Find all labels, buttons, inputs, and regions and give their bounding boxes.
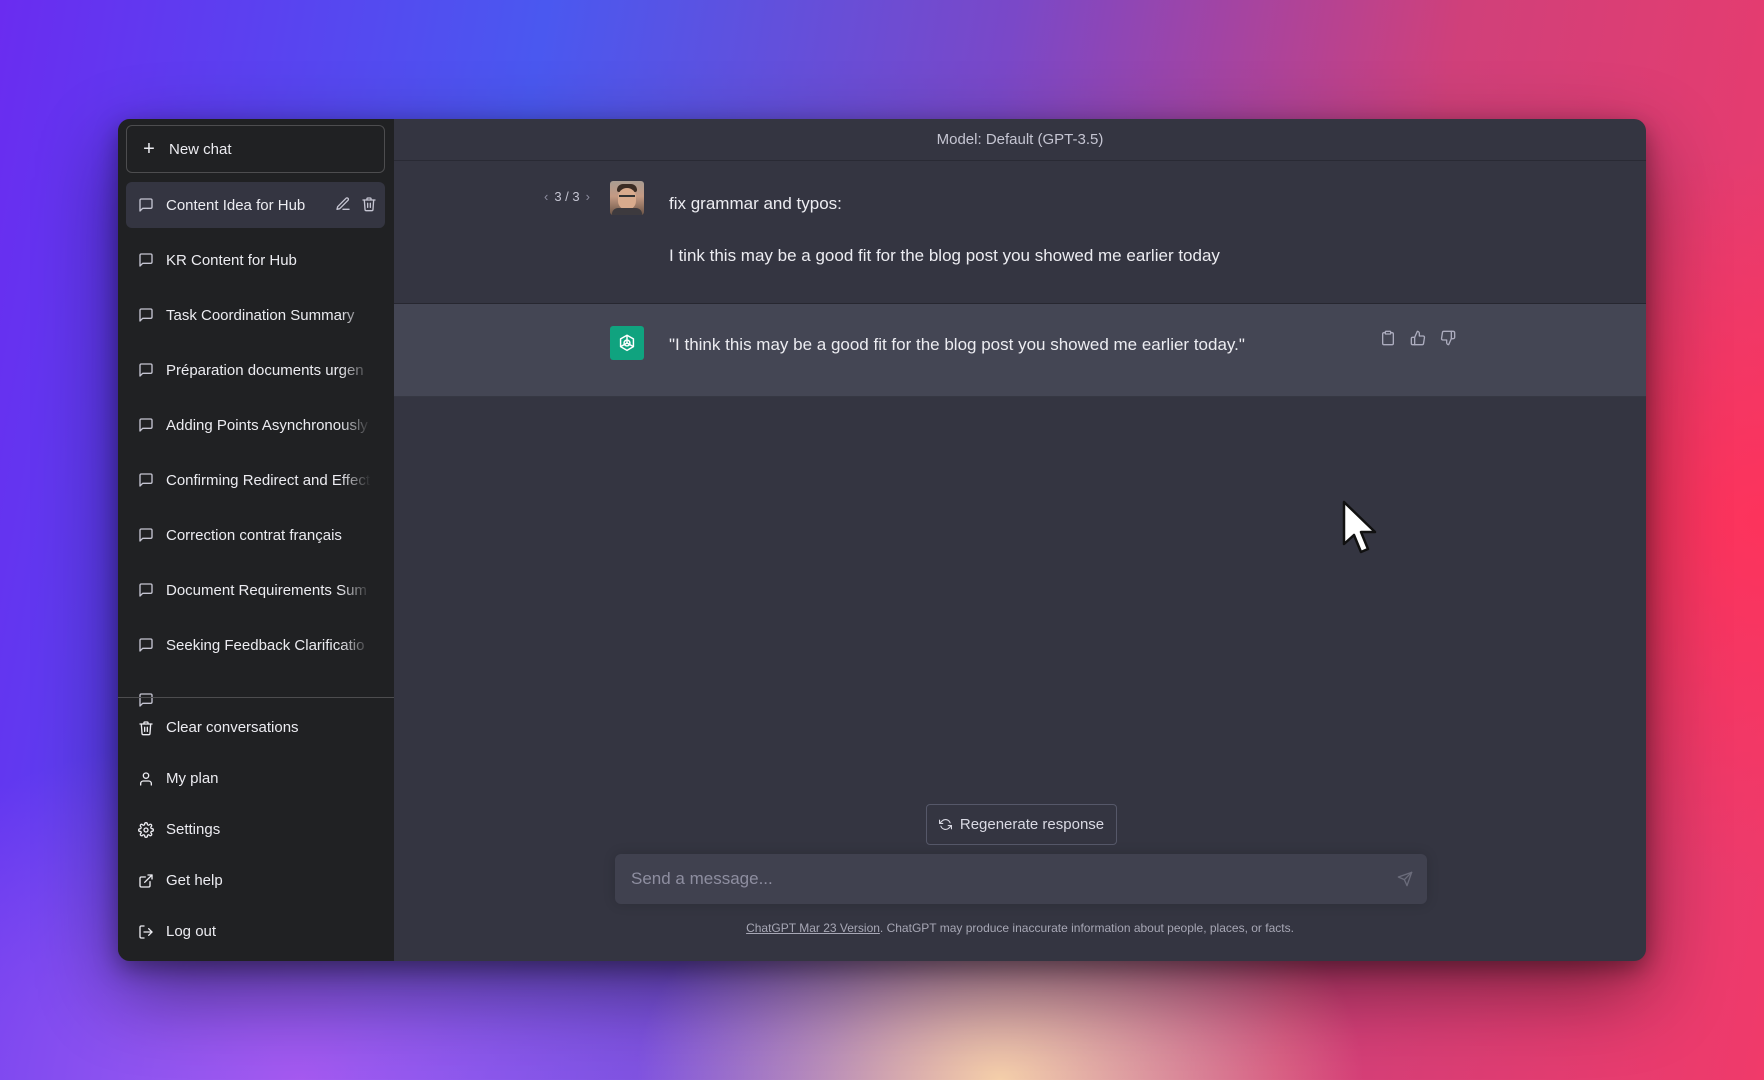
conversation-label: Seeking Feedback Clarificatio xyxy=(166,636,365,654)
user-message-text: fix grammar and typos: I tink this may b… xyxy=(669,191,1220,268)
chat-bubble-icon xyxy=(139,363,153,377)
user-message: ‹ 3 / 3 › fix grammar and typos: I tink … xyxy=(394,161,1646,304)
trash-icon[interactable] xyxy=(361,196,377,212)
get-help-label: Get help xyxy=(166,872,223,889)
trash-icon xyxy=(139,720,153,735)
chatgpt-window: + New chat Content Idea for Hub KR Conte… xyxy=(118,119,1646,961)
conversation-item[interactable]: Document Requirements Sum xyxy=(126,567,385,613)
model-label: Model: Default (GPT-3.5) xyxy=(936,131,1104,148)
thumbs-down-icon[interactable] xyxy=(1440,330,1456,346)
clear-conversations-button[interactable]: Clear conversations xyxy=(126,702,385,753)
chat-bubble-icon xyxy=(139,583,153,597)
assistant-message-text: "I think this may be a good fit for the … xyxy=(669,335,1245,354)
pager-next-button[interactable]: › xyxy=(586,189,590,204)
conversation-item-active[interactable]: Content Idea for Hub xyxy=(126,182,385,228)
conversation-item[interactable]: Préparation documents urgen xyxy=(126,347,385,393)
sidebar-divider xyxy=(118,697,394,698)
conversation-label: Task Coordination Summary xyxy=(166,306,355,324)
chat-bubble-icon xyxy=(139,253,153,267)
plus-icon: + xyxy=(143,138,155,160)
footer-disclaimer: ChatGPT Mar 23 Version. ChatGPT may prod… xyxy=(394,921,1646,935)
user-icon xyxy=(140,771,152,786)
send-icon[interactable] xyxy=(1397,871,1413,887)
model-header: Model: Default (GPT-3.5) xyxy=(394,119,1646,161)
clear-conversations-label: Clear conversations xyxy=(166,719,299,736)
conversation-label: Document Requirements Sum xyxy=(166,581,367,599)
settings-button[interactable]: Settings xyxy=(126,804,385,855)
conversation-item[interactable]: Adding Points Asynchronously xyxy=(126,402,385,448)
clipboard-icon[interactable] xyxy=(1380,330,1396,346)
conversation-item[interactable]: Seeking Feedback Clarificatio xyxy=(126,622,385,668)
user-message-line: fix grammar and typos: xyxy=(669,194,842,213)
regenerate-response-button[interactable]: Regenerate response xyxy=(926,804,1117,845)
message-input[interactable] xyxy=(631,869,1371,889)
log-out-label: Log out xyxy=(166,923,217,940)
conversation-label: Content Idea for Hub xyxy=(166,196,306,214)
user-avatar xyxy=(610,181,644,215)
logout-icon xyxy=(139,924,153,939)
message-actions xyxy=(1380,330,1456,346)
message-composer xyxy=(615,854,1427,904)
chat-bubble-icon xyxy=(139,198,153,212)
conversation-label: Préparation documents urgen xyxy=(166,361,364,379)
my-plan-label: My plan xyxy=(166,770,219,787)
conversation-label: Correction contrat français xyxy=(166,526,342,544)
version-link[interactable]: ChatGPT Mar 23 Version xyxy=(746,921,880,935)
chat-bubble-icon xyxy=(139,638,153,652)
new-chat-button[interactable]: + New chat xyxy=(126,125,385,173)
refresh-icon xyxy=(938,819,952,830)
my-plan-button[interactable]: My plan xyxy=(126,753,385,804)
regenerate-label: Regenerate response xyxy=(959,816,1105,833)
external-link-icon xyxy=(139,873,153,888)
conversation-item[interactable]: Confirming Redirect and Effect xyxy=(126,457,385,503)
conversation-list[interactable]: Content Idea for Hub KR Content for Hub … xyxy=(126,182,385,712)
chat-bubble-icon xyxy=(139,308,153,322)
conversation-label: Adding Points Asynchronously xyxy=(166,416,368,434)
edit-pencil-icon[interactable] xyxy=(335,196,351,212)
user-message-line: I tink this may be a good fit for the bl… xyxy=(669,245,1220,265)
gear-icon xyxy=(138,821,154,838)
log-out-button[interactable]: Log out xyxy=(126,906,385,957)
chat-main: Model: Default (GPT-3.5) ‹ 3 / 3 › fix g… xyxy=(394,119,1646,961)
conversation-item[interactable]: Task Coordination Summary xyxy=(126,292,385,338)
mouse-pointer-icon xyxy=(1342,500,1377,554)
thumbs-up-icon[interactable] xyxy=(1410,330,1426,346)
sidebar-bottom-menu: Clear conversations My plan Settings Get… xyxy=(126,702,385,957)
assistant-message: "I think this may be a good fit for the … xyxy=(394,304,1646,397)
conversation-label: KR Content for Hub xyxy=(166,251,297,269)
openai-logo-icon xyxy=(610,326,644,360)
footer-note-text: . ChatGPT may produce inaccurate informa… xyxy=(879,921,1294,935)
new-chat-label: New chat xyxy=(169,140,232,158)
chat-bubble-icon xyxy=(139,528,153,542)
conversation-label: Confirming Redirect and Effect xyxy=(166,471,370,489)
settings-label: Settings xyxy=(166,821,221,838)
pager-prev-button[interactable]: ‹ xyxy=(544,189,548,204)
get-help-button[interactable]: Get help xyxy=(126,855,385,906)
sidebar: + New chat Content Idea for Hub KR Conte… xyxy=(118,119,394,961)
chat-bubble-icon xyxy=(139,473,153,487)
chat-bubble-icon xyxy=(139,418,153,432)
conversation-item[interactable]: KR Content for Hub xyxy=(126,237,385,283)
pager-label: 3 / 3 xyxy=(554,189,580,204)
response-pager: ‹ 3 / 3 › xyxy=(544,189,590,204)
conversation-item[interactable]: Correction contrat français xyxy=(126,512,385,558)
